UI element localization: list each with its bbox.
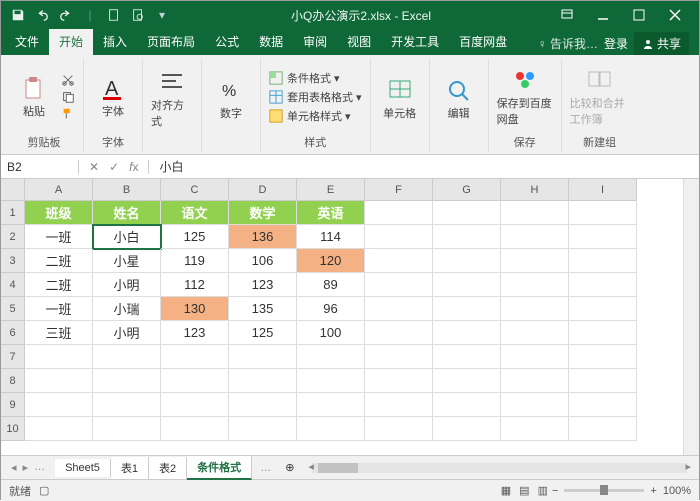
sheet-more-icon[interactable]: … [252, 462, 279, 474]
selected-cell[interactable]: 小白 [93, 225, 161, 249]
zoom-value[interactable]: 100% [663, 485, 691, 497]
close-icon[interactable] [657, 1, 693, 29]
view-break-icon[interactable]: ▥ [538, 484, 548, 497]
cut-button[interactable] [61, 73, 75, 87]
group-save-baidu: 保存到百度网盘 保存 [489, 59, 562, 152]
sheet-nav-next-icon[interactable]: ▸ [23, 461, 29, 474]
macro-record-icon[interactable]: ▢ [39, 484, 49, 497]
tab-data[interactable]: 数据 [249, 29, 293, 55]
group-label: 保存 [514, 132, 536, 152]
tab-home[interactable]: 开始 [49, 29, 93, 55]
save-icon[interactable] [7, 5, 29, 25]
cell-style-button[interactable]: 单元格样式 ▾ [269, 108, 362, 124]
sheet-tab[interactable]: Sheet5 [55, 459, 111, 477]
group-new: 比较和合并工作簿 新建组 [562, 59, 638, 152]
formula-bar: B2 ✕ ✓ fx 小白 [1, 155, 699, 179]
zoom-out-icon[interactable]: − [552, 485, 558, 497]
sheet-nav-prev-icon[interactable]: ◂ [11, 461, 17, 474]
qat-sep: | [79, 5, 101, 25]
ribbon-tabs: 文件 开始 插入 页面布局 公式 数据 审阅 视图 开发工具 百度网盘 ♀ 告诉… [1, 29, 699, 55]
horizontal-scrollbar[interactable]: ◂▸ [312, 463, 687, 473]
ribbon: 粘贴 剪贴板 A字体 字体 对齐方式 %数字 条件格式 ▾ 套用表格格式 ▾ 单… [1, 55, 699, 155]
cell[interactable]: 语文 [161, 201, 229, 225]
vertical-scrollbar[interactable] [683, 179, 699, 455]
number-button[interactable]: %数字 [210, 77, 252, 121]
status-ready: 就绪 [9, 483, 31, 499]
tell-me[interactable]: ♀ 告诉我… [538, 35, 598, 52]
zoom-slider[interactable] [564, 489, 644, 492]
cells-body[interactable]: 班级 姓名 语文 数学 英语 一班 小白 125 136 114 二班 小星 1… [25, 201, 637, 441]
title-bar: | ▾ 小Q办公演示2.xlsx - Excel [1, 1, 699, 29]
conditional-format-button[interactable]: 条件格式 ▾ [269, 70, 362, 86]
cell[interactable]: 姓名 [93, 201, 161, 225]
format-painter-button[interactable] [61, 107, 75, 121]
cell[interactable]: 数学 [229, 201, 297, 225]
svg-text:%: % [222, 83, 236, 100]
fx-icon[interactable]: fx [129, 160, 138, 174]
select-all-corner[interactable] [1, 179, 25, 201]
paste-button[interactable]: 粘贴 [13, 75, 55, 119]
share-button[interactable]: 共享 [634, 32, 689, 55]
login-link[interactable]: 登录 [604, 35, 628, 52]
group-label: 字体 [102, 132, 124, 152]
new-icon[interactable] [103, 5, 125, 25]
group-number: %数字 [202, 59, 261, 152]
zoom-in-icon[interactable]: + [650, 485, 656, 497]
maximize-icon[interactable] [621, 1, 657, 29]
group-editing: 编辑 [430, 59, 489, 152]
group-align: 对齐方式 [143, 59, 202, 152]
group-label: 样式 [304, 132, 326, 152]
tab-insert[interactable]: 插入 [93, 29, 137, 55]
minimize-icon[interactable] [585, 1, 621, 29]
group-label: 剪贴板 [28, 132, 61, 152]
svg-text:A: A [105, 78, 119, 100]
name-box[interactable]: B2 [1, 160, 79, 174]
sheet-nav-more-icon[interactable]: … [34, 461, 45, 474]
qat-more-icon[interactable]: ▾ [151, 5, 173, 25]
copy-button[interactable] [61, 90, 75, 104]
formula-input[interactable]: 小白 [149, 158, 193, 175]
sheet-tab[interactable]: 表2 [149, 457, 187, 479]
ribbon-options-icon[interactable] [549, 1, 585, 29]
view-layout-icon[interactable]: ▤ [519, 484, 529, 497]
cell[interactable]: 班级 [25, 201, 93, 225]
tab-baidu[interactable]: 百度网盘 [449, 29, 517, 55]
tab-formula[interactable]: 公式 [205, 29, 249, 55]
font-button[interactable]: A字体 [92, 75, 134, 119]
sheet-tabs-bar: ◂ ▸ … Sheet5 表1 表2 条件格式 … ⊕ ◂▸ [1, 455, 699, 479]
undo-icon[interactable] [31, 5, 53, 25]
accept-formula-icon[interactable]: ✓ [109, 160, 119, 174]
tab-file[interactable]: 文件 [5, 29, 49, 55]
preview-icon[interactable] [127, 5, 149, 25]
sheet-tab-active[interactable]: 条件格式 [187, 456, 252, 480]
sheet-tab[interactable]: 表1 [111, 457, 149, 479]
worksheet-grid[interactable]: 1 2 3 4 5 6 7 8 9 10 ABCDEFGHI 班级 姓名 语文 … [1, 179, 699, 455]
row-headers[interactable]: 1 2 3 4 5 6 7 8 9 10 [1, 179, 25, 441]
window-title: 小Q办公演示2.xlsx - Excel [173, 7, 549, 24]
group-label: 新建组 [583, 132, 616, 152]
add-sheet-icon[interactable]: ⊕ [279, 461, 300, 474]
tab-view[interactable]: 视图 [337, 29, 381, 55]
cancel-formula-icon[interactable]: ✕ [89, 160, 99, 174]
group-font: A字体 字体 [84, 59, 143, 152]
column-headers[interactable]: ABCDEFGHI [25, 179, 637, 201]
cells-button[interactable]: 单元格 [379, 77, 421, 121]
view-normal-icon[interactable]: ▦ [501, 484, 511, 497]
tab-dev[interactable]: 开发工具 [381, 29, 449, 55]
tab-layout[interactable]: 页面布局 [137, 29, 205, 55]
editing-button[interactable]: 编辑 [438, 77, 480, 121]
group-styles: 条件格式 ▾ 套用表格格式 ▾ 单元格样式 ▾ 样式 [261, 59, 371, 152]
save-baidu-button[interactable]: 保存到百度网盘 [497, 67, 553, 127]
compare-merge-button: 比较和合并工作簿 [570, 67, 630, 127]
table-format-button[interactable]: 套用表格格式 ▾ [269, 89, 362, 105]
cell[interactable]: 英语 [297, 201, 365, 225]
tab-review[interactable]: 审阅 [293, 29, 337, 55]
group-clipboard: 粘贴 剪贴板 [5, 59, 84, 152]
redo-icon[interactable] [55, 5, 77, 25]
group-cells: 单元格 [371, 59, 430, 152]
align-button[interactable]: 对齐方式 [151, 69, 193, 129]
status-bar: 就绪 ▢ ▦ ▤ ▥ − + 100% [1, 479, 699, 501]
